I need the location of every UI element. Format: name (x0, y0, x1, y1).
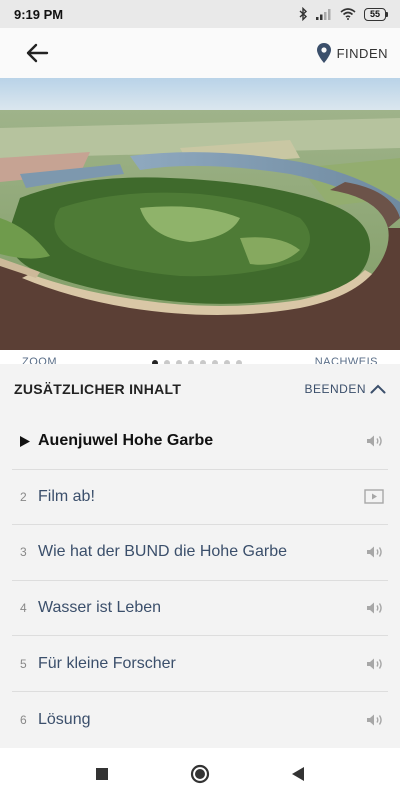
list-item-label: Wie hat der BUND die Hohe Garbe (38, 543, 287, 561)
list-item-number: 4 (20, 601, 27, 616)
home-button[interactable] (185, 759, 215, 789)
list-item-label: Für kleine Forscher (38, 654, 176, 672)
panel-header: ZUSÄTZLICHER INHALT BEENDEN (0, 364, 400, 414)
list-item[interactable]: 5 Für kleine Forscher (12, 636, 388, 692)
location-pin-icon (316, 43, 331, 63)
hero-image[interactable] (0, 78, 400, 350)
bluetooth-icon (299, 7, 308, 21)
list-item-label: Film ab! (38, 487, 95, 505)
list-item-number: 2 (20, 489, 27, 504)
app-header: FINDEN (0, 28, 400, 78)
triangle-back-icon (292, 767, 304, 781)
list-item[interactable]: 3 Wie hat der BUND die Hohe Garbe (12, 525, 388, 581)
find-button[interactable]: FINDEN (316, 43, 388, 63)
content-list: Auenjuwel Hohe Garbe 2 Film ab! 3 Wie ha… (0, 414, 400, 748)
video-icon (360, 489, 384, 505)
play-icon (20, 435, 38, 447)
find-label: FINDEN (336, 45, 388, 61)
list-item-label: Auenjuwel Hohe Garbe (38, 432, 214, 450)
status-icons: 55 (299, 7, 388, 21)
battery-indicator: 55 (364, 7, 388, 21)
wifi-icon (340, 8, 356, 20)
list-item-label: Lösung (38, 710, 91, 728)
additional-content-panel: ZUSÄTZLICHER INHALT BEENDEN Auenjuwel Ho… (0, 364, 400, 748)
list-item-number: 6 (20, 712, 27, 727)
end-label: BEENDEN (304, 382, 366, 396)
zoom-button[interactable]: ZOOM (22, 356, 57, 364)
list-item[interactable]: Auenjuwel Hohe Garbe (12, 414, 388, 470)
status-bar: 9:19 PM 55 (0, 0, 400, 28)
list-item[interactable]: 2 Film ab! (12, 470, 388, 526)
list-item[interactable]: 4 Wasser ist Leben (12, 581, 388, 637)
speaker-icon (360, 545, 384, 559)
chevron-up-icon (370, 384, 386, 394)
end-button[interactable]: BEENDEN (304, 382, 386, 396)
list-item[interactable]: 6 Lösung (12, 692, 388, 748)
circle-icon (190, 764, 210, 784)
speaker-icon (360, 601, 384, 615)
recent-apps-button[interactable] (87, 759, 117, 789)
status-time: 9:19 PM (14, 6, 64, 22)
battery-level: 55 (364, 7, 386, 21)
back-nav-button[interactable] (283, 759, 313, 789)
panel-title: ZUSÄTZLICHER INHALT (14, 381, 182, 397)
system-nav-bar (0, 748, 400, 800)
signal-icon (316, 9, 331, 20)
square-icon (96, 768, 108, 780)
list-item-number: 3 (20, 545, 27, 560)
credit-button[interactable]: NACHWEIS (315, 356, 378, 364)
image-strip: ZOOM NACHWEIS (0, 350, 400, 364)
list-item-label: Wasser ist Leben (38, 599, 162, 617)
arrow-left-icon (26, 43, 49, 63)
speaker-icon (360, 713, 384, 727)
aerial-river-landscape-image (0, 78, 400, 350)
back-button[interactable] (22, 38, 52, 68)
list-item-number: 5 (20, 656, 27, 671)
speaker-icon (360, 657, 384, 671)
speaker-icon (360, 434, 384, 448)
